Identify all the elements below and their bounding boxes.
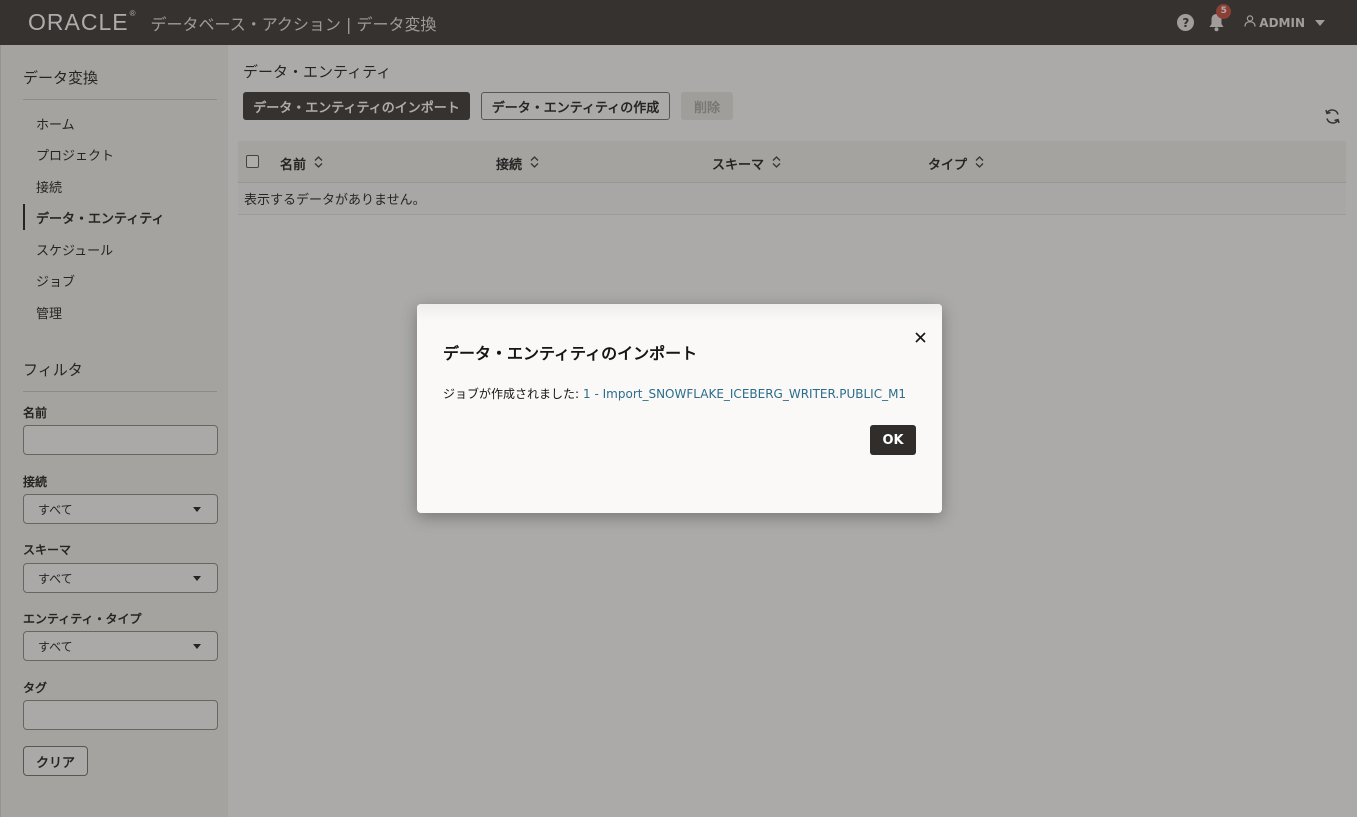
import-dialog: データ・エンティティのインポート ジョブが作成されました: 1 - Import_… [417,304,942,513]
close-icon[interactable] [915,328,926,347]
message-text: ジョブが作成されました: [443,387,580,401]
job-link[interactable]: 1 - Import_SNOWFLAKE_ICEBERG_WRITER.PUBL… [583,387,906,401]
dialog-header-bar [417,304,942,322]
dialog-title: データ・エンティティのインポート [443,344,698,363]
ok-button[interactable]: OK [870,425,916,455]
dialog-message: ジョブが作成されました: 1 - Import_SNOWFLAKE_ICEBERG… [443,385,906,402]
